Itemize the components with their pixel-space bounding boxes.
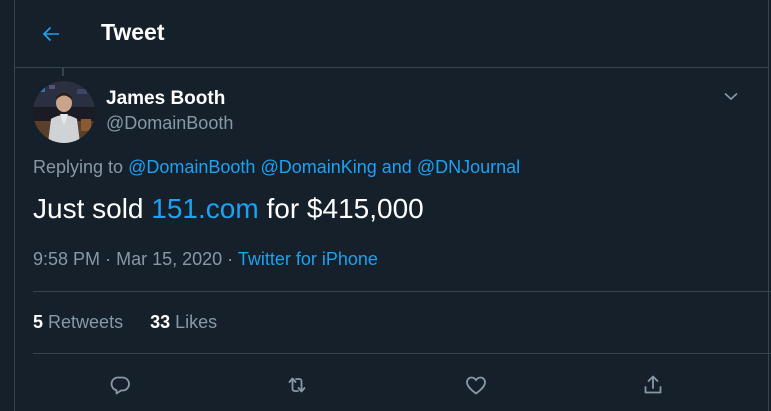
back-button[interactable] (37, 20, 65, 48)
tweet-text: Just sold 151.com for $415,000 (33, 193, 424, 225)
tweet-actions (15, 370, 768, 400)
retweet-button[interactable] (282, 370, 312, 400)
like-button[interactable] (461, 370, 491, 400)
retweet-icon (288, 377, 306, 393)
reply-button[interactable] (105, 370, 135, 400)
meta-separator: · (227, 249, 234, 269)
more-options-button[interactable] (719, 84, 743, 108)
mention-link[interactable]: @DNJournal (417, 157, 520, 177)
likes-stat[interactable]: 33 Likes (150, 312, 217, 332)
tweet-date[interactable]: Mar 15, 2020 (116, 249, 222, 269)
divider (33, 353, 771, 354)
author-handle[interactable]: @DomainBooth (106, 113, 233, 134)
thread-connector (62, 68, 64, 76)
tweet-panel: Tweet James Booth @DomainBooth Replying … (14, 0, 771, 411)
avatar[interactable] (33, 81, 95, 143)
likes-count: 33 (150, 312, 171, 332)
tweet-time[interactable]: 9:58 PM (33, 249, 100, 269)
author-display-name[interactable]: James Booth (106, 88, 225, 110)
heart-icon (466, 376, 486, 395)
reply-icon (110, 376, 130, 395)
share-icon (644, 375, 662, 394)
retweets-stat[interactable]: 5 Retweets (33, 312, 123, 332)
profile-photo (33, 81, 95, 143)
mention-link[interactable]: @DomainBooth (128, 157, 255, 177)
mention-conjunction[interactable]: and (382, 157, 412, 177)
mention-link[interactable]: @DomainKing (260, 157, 376, 177)
tweet-source-link[interactable]: Twitter for iPhone (238, 249, 378, 269)
replying-to-label: Replying to (33, 157, 124, 177)
chevron-down-icon (724, 92, 738, 101)
replying-to-line: Replying to @DomainBooth @DomainKing and… (33, 157, 520, 178)
share-button[interactable] (638, 370, 668, 400)
meta-separator: · (105, 249, 112, 269)
likes-label: Likes (175, 312, 218, 332)
tweet-text-part: for $415,000 (266, 193, 424, 224)
retweets-label: Retweets (48, 312, 124, 332)
page-title: Tweet (101, 19, 165, 45)
page-header: Tweet (15, 0, 768, 68)
tweet-meta: 9:58 PM · Mar 15, 2020 · Twitter for iPh… (33, 249, 378, 270)
retweets-count: 5 (33, 312, 44, 332)
tweet-stats: 5 Retweets 33 Likes (33, 312, 239, 333)
arrow-left-icon (42, 26, 59, 42)
domain-link[interactable]: 151.com (151, 193, 258, 224)
tweet-text-part: Just sold (33, 193, 144, 224)
divider (33, 291, 771, 292)
